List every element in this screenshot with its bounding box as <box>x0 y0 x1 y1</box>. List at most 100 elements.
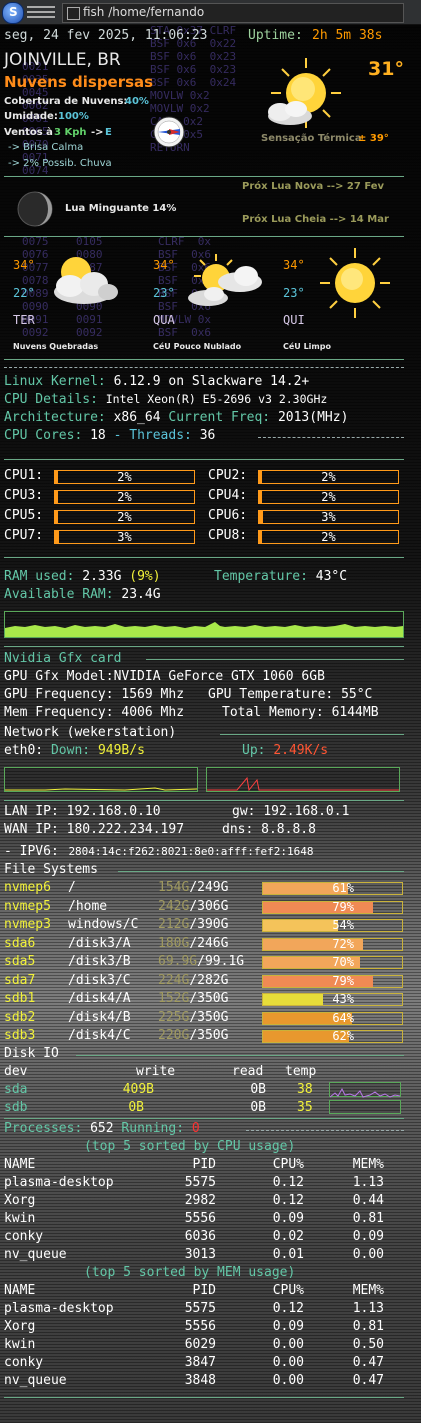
download-label: Down: <box>50 743 91 758</box>
wind-label: Ventos à <box>4 127 53 138</box>
wan-ip-value: 180.222.234.197 <box>66 822 185 837</box>
cpu-usage-percent: 2% <box>117 490 132 504</box>
weather-condition: Nuvens dispersas <box>4 73 154 91</box>
process-table-cell: 0.09 <box>272 1319 304 1334</box>
fs-usage-bar: 70% <box>262 955 403 969</box>
divider <box>4 359 404 360</box>
process-table-cell: 0.81 <box>352 1319 384 1334</box>
process-table-cell: 0.00 <box>272 1355 304 1370</box>
divider <box>4 236 404 237</box>
process-table-header: PID <box>192 1157 216 1172</box>
upload-label: Up: <box>242 743 266 758</box>
process-table-cell: 1.13 <box>352 1175 384 1190</box>
process-table-cell: 0.00 <box>272 1373 304 1388</box>
diskio-graph-sda <box>329 1082 401 1098</box>
process-table-cell: 0.02 <box>272 1229 304 1244</box>
cpu-usage-bar: 2% <box>54 490 195 504</box>
ipv6-value: 2804:14c:f262:8021:8e0:afff:fef2:1648 <box>68 845 314 858</box>
network-interface: eth0: <box>4 743 44 758</box>
start-menu-button[interactable]: S <box>2 2 24 24</box>
forecast-day: TER <box>13 313 35 327</box>
diskio-graph-sda-line <box>329 1087 401 1098</box>
diskio-header-write: write <box>136 1064 176 1079</box>
cpu-usage-percent: 2% <box>321 490 336 504</box>
process-table-cell: 0.09 <box>352 1229 384 1244</box>
cpu-usage-percent: 2% <box>321 470 336 484</box>
divider <box>118 871 404 872</box>
process-table-header: NAME <box>4 1283 36 1298</box>
process-table-cell: 0.00 <box>352 1247 384 1262</box>
process-table-header: CPU% <box>272 1283 304 1298</box>
divider <box>146 659 404 660</box>
forecast-desc: CéU Pouco Nublado <box>153 342 242 351</box>
fs-usage-fill <box>263 975 373 987</box>
gateway-value: 192.168.0.1 <box>263 804 350 819</box>
ram-used-percent: (9%) <box>129 569 161 584</box>
fs-usage-bar: 62% <box>262 1029 403 1043</box>
fs-usage: 212G/390G <box>158 917 228 932</box>
forecast-high: 34° <box>153 258 175 272</box>
top-mem-title: (top 5 sorted by MEM usage) <box>84 1265 296 1280</box>
cloud-cover-value: 40% <box>125 96 149 107</box>
process-table-cell: nv_queue <box>4 1373 67 1388</box>
diskio-read: 0B <box>250 1082 266 1097</box>
fs-usage-percent: 43% <box>332 992 354 1006</box>
divider <box>220 734 404 735</box>
datetime: seg, 24 fev 2025, 11:06:23 <box>4 28 208 43</box>
forecast-desc: CéU Limpo <box>283 342 331 351</box>
fs-mount: /disk4/A <box>68 991 131 1006</box>
process-table-cell: 0.12 <box>272 1301 304 1316</box>
feels-like-label: Sensação Térmica <box>261 133 362 144</box>
download-graph <box>4 767 198 792</box>
running-label: Running: <box>121 1121 185 1136</box>
process-table-cell: 5575 <box>184 1301 216 1316</box>
divider <box>4 557 404 558</box>
cpu-usage-percent: 2% <box>321 530 336 544</box>
taskbar-window-button[interactable]: fish /home/fernando <box>62 3 404 23</box>
process-table-header: CPU% <box>272 1157 304 1172</box>
cpu-label: CPU8: <box>208 528 248 543</box>
wind-compass-icon <box>153 116 185 148</box>
fs-separator: / <box>189 991 198 1006</box>
process-table-cell: plasma-desktop <box>4 1175 114 1190</box>
fs-used: 225G <box>158 1009 190 1025</box>
fs-usage: 225G/350G <box>158 1010 228 1025</box>
memory-graph-line <box>5 622 403 637</box>
filesystems-section-title: File Systems <box>4 862 98 877</box>
fs-mount: /disk4/C <box>68 1028 131 1043</box>
fs-separator: / <box>189 917 198 932</box>
fs-usage: 242G/306G <box>158 899 228 914</box>
cpu-usage-bar: 3% <box>54 530 195 544</box>
lan-ip-value: 192.168.0.10 <box>66 804 161 819</box>
process-table-cell: nv_queue <box>4 1247 67 1262</box>
fs-size: 249G <box>197 880 229 895</box>
ram-used-label: RAM used: <box>4 569 75 584</box>
fs-size: 246G <box>197 935 229 951</box>
process-table-cell: kwin <box>4 1211 36 1226</box>
cpu-details-label: CPU Details: <box>4 392 98 407</box>
kernel-label: Linux Kernel: <box>4 374 106 389</box>
divider <box>4 646 404 647</box>
cpu-label: CPU6: <box>208 508 248 523</box>
process-table-cell: 3848 <box>184 1373 216 1388</box>
rain-chance: -> 2% Possib. Chuva <box>8 158 112 169</box>
threads-label: - Threads: <box>113 428 192 443</box>
temperature-value: 43°C <box>315 569 348 584</box>
process-table-cell: 0.81 <box>352 1211 384 1226</box>
divider <box>4 176 404 177</box>
process-table-cell: 5575 <box>184 1175 216 1190</box>
fs-mount: /disk4/B <box>68 1009 131 1025</box>
cpu-label: CPU2: <box>208 468 248 483</box>
upload-graph <box>206 767 400 792</box>
architecture-value: x86_64 <box>113 410 161 425</box>
top-cpu-title: (top 5 sorted by CPU usage) <box>84 1139 296 1154</box>
fs-mount: /disk3/C <box>68 972 131 988</box>
process-table-cell: 6029 <box>184 1337 216 1352</box>
hamburger-menu-icon[interactable] <box>27 4 55 20</box>
cpu-usage-percent: 2% <box>117 510 132 524</box>
gpu-frequency-value: 1569 Mhz <box>121 687 185 702</box>
process-table-cell: 2982 <box>184 1193 216 1208</box>
terminal-icon <box>67 7 80 20</box>
gpu-temperature-label: GPU Temperature: <box>208 687 334 702</box>
fs-size: 390G <box>197 917 229 932</box>
